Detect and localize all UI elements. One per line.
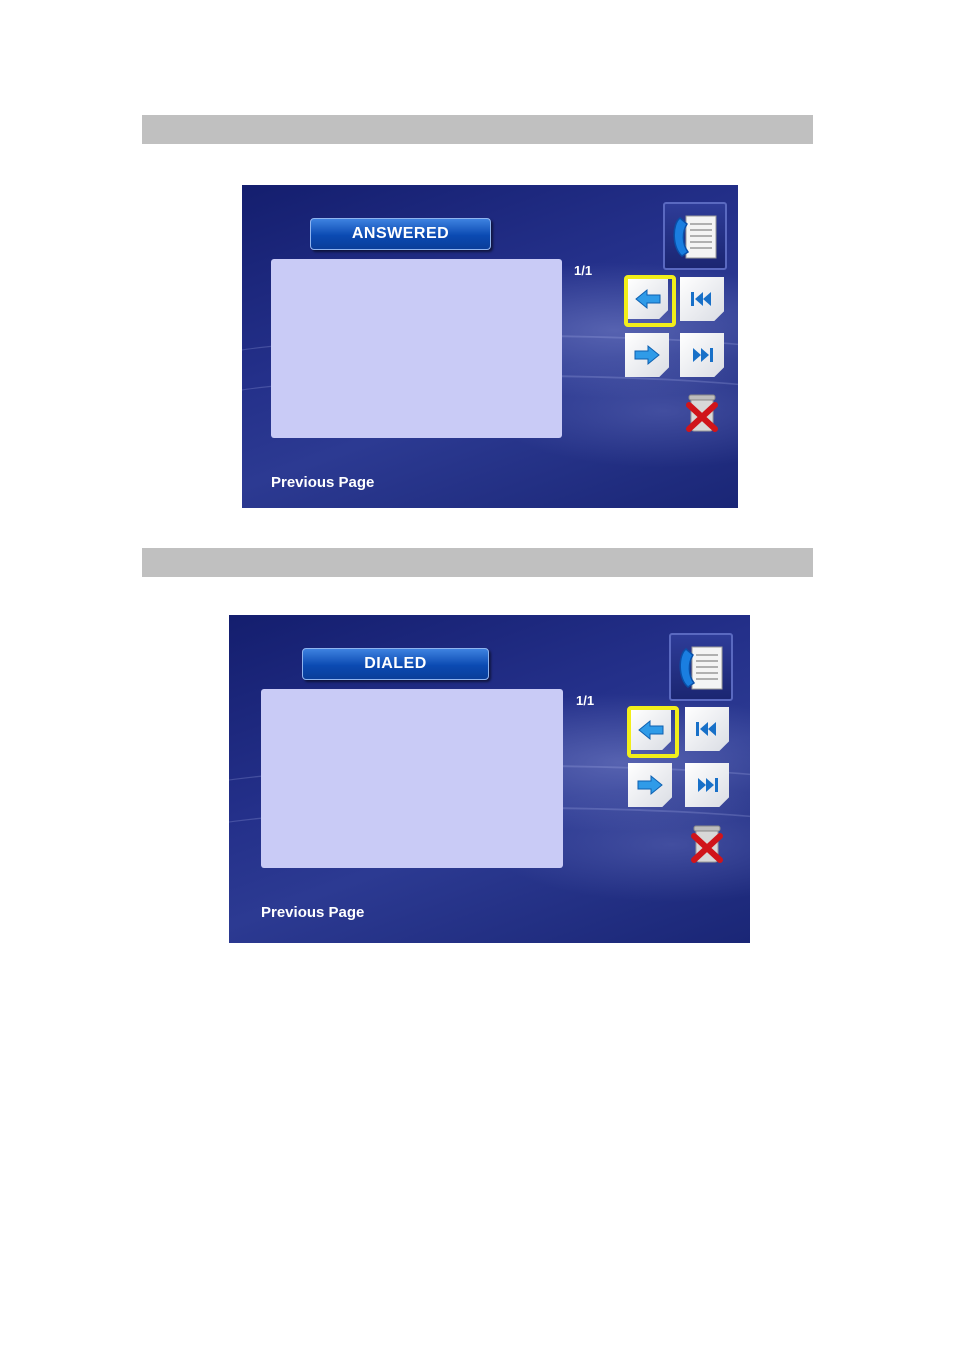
dialed-calls-screen: DIALED 1/1 Previous Page — [229, 615, 750, 943]
back-button[interactable] — [628, 279, 668, 319]
back-button[interactable] — [631, 710, 671, 750]
section-header-bar — [142, 548, 813, 577]
trash-delete-icon — [686, 394, 718, 432]
last-page-icon — [698, 778, 718, 792]
back-arrow-icon — [635, 288, 661, 310]
delete-button[interactable] — [689, 821, 725, 865]
answered-calls-screen: ANSWERED 1/1 Previous Page — [242, 185, 738, 508]
first-page-icon — [691, 292, 711, 306]
first-page-button[interactable] — [685, 707, 729, 751]
delete-button[interactable] — [684, 390, 720, 434]
first-page-icon — [696, 722, 716, 736]
section-header-bar — [142, 115, 813, 144]
dialed-title-button[interactable]: DIALED — [302, 648, 489, 680]
back-arrow-icon — [638, 719, 664, 741]
last-page-button[interactable] — [680, 333, 724, 377]
first-page-button[interactable] — [680, 277, 724, 321]
previous-page-label[interactable]: Previous Page — [261, 904, 364, 921]
next-arrow-icon — [634, 344, 660, 366]
page-count: 1/1 — [574, 263, 593, 278]
trash-delete-icon — [691, 825, 723, 863]
last-page-button[interactable] — [685, 763, 729, 807]
call-list-panel[interactable] — [271, 259, 562, 438]
phonebook-icon[interactable] — [669, 633, 733, 701]
call-list-panel[interactable] — [261, 689, 563, 868]
previous-page-label[interactable]: Previous Page — [271, 474, 374, 491]
next-arrow-icon — [637, 774, 663, 796]
next-button[interactable] — [628, 763, 672, 807]
phonebook-icon[interactable] — [663, 202, 727, 270]
page-count: 1/1 — [576, 693, 595, 708]
answered-title-button[interactable]: ANSWERED — [310, 218, 491, 250]
next-button[interactable] — [625, 333, 669, 377]
last-page-icon — [693, 348, 713, 362]
